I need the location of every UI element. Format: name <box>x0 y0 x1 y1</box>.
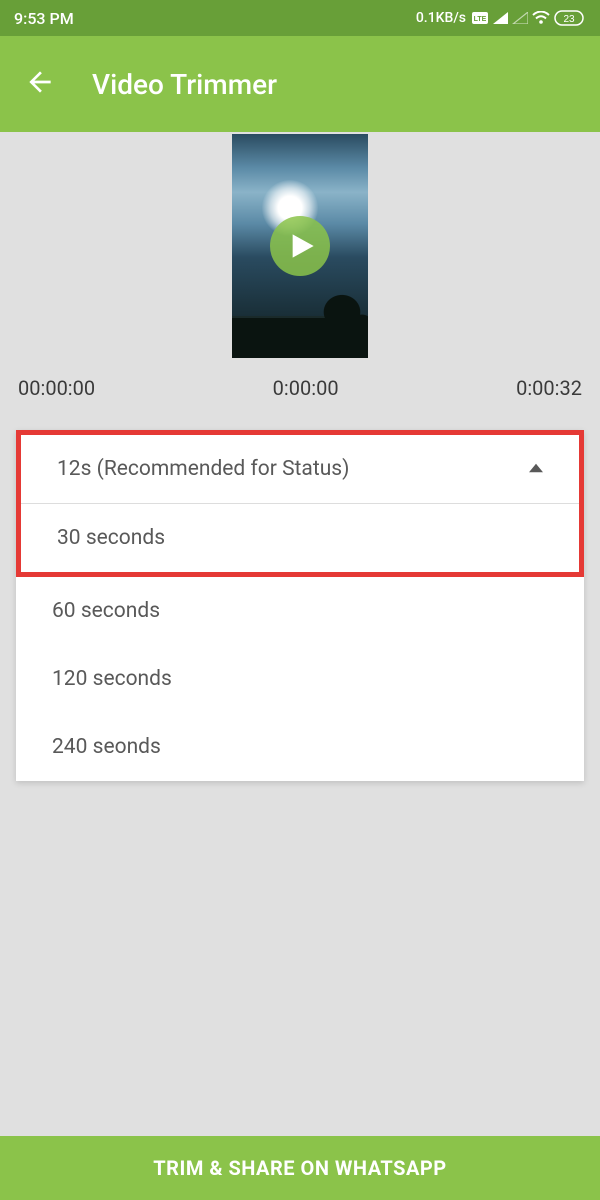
time-start: 00:00:00 <box>18 376 95 400</box>
signal-icon <box>492 12 508 24</box>
svg-text:LTE: LTE <box>474 16 487 23</box>
video-thumbnail[interactable] <box>232 134 368 358</box>
back-button[interactable] <box>24 66 56 102</box>
status-time: 9:53 PM <box>14 9 74 28</box>
time-end: 0:00:32 <box>516 376 582 400</box>
status-net-speed: 0.1KB/s <box>416 10 466 26</box>
arrow-back-icon <box>24 66 56 98</box>
duration-dropdown: 12s (Recommended for Status) 30 seconds … <box>16 430 584 781</box>
wifi-icon <box>532 11 550 25</box>
status-right: 0.1KB/s LTE 23 <box>416 10 586 26</box>
dropdown-selected-label: 12s (Recommended for Status) <box>57 457 349 481</box>
dropdown-option-30s[interactable]: 30 seconds <box>21 504 579 572</box>
trim-share-label: TRIM & SHARE ON WHATSAPP <box>153 1156 446 1180</box>
status-bar: 9:53 PM 0.1KB/s LTE 23 <box>0 0 600 36</box>
signal-2-icon <box>512 12 528 24</box>
status-icons: LTE 23 <box>472 10 586 26</box>
thumbnail-trees <box>232 278 368 358</box>
battery-icon: 23 <box>554 10 586 26</box>
caret-up-icon <box>529 457 543 481</box>
play-icon <box>288 232 316 260</box>
dropdown-option-label: 240 seonds <box>52 735 161 759</box>
highlight-annotation: 12s (Recommended for Status) 30 seconds <box>16 430 584 577</box>
dropdown-option-240s[interactable]: 240 seonds <box>16 713 584 781</box>
battery-text: 23 <box>563 14 575 25</box>
page-title: Video Trimmer <box>92 68 277 101</box>
dropdown-option-label: 120 seconds <box>52 667 172 691</box>
time-current: 0:00:00 <box>273 376 339 400</box>
screen: 9:53 PM 0.1KB/s LTE 23 <box>0 0 600 1200</box>
dropdown-option-label: 60 seconds <box>52 599 160 623</box>
trim-share-button[interactable]: TRIM & SHARE ON WHATSAPP <box>0 1136 600 1200</box>
volte-icon: LTE <box>472 12 488 24</box>
dropdown-option-60s[interactable]: 60 seconds <box>16 577 584 645</box>
dropdown-selected[interactable]: 12s (Recommended for Status) <box>21 435 579 504</box>
dropdown-option-120s[interactable]: 120 seconds <box>16 645 584 713</box>
time-row: 00:00:00 0:00:00 0:00:32 <box>0 358 600 412</box>
dropdown-option-label: 30 seconds <box>57 526 165 550</box>
play-button[interactable] <box>270 216 330 276</box>
spacer <box>0 781 600 1136</box>
app-bar: Video Trimmer <box>0 36 600 132</box>
video-preview-area: 00:00:00 0:00:00 0:00:32 <box>0 132 600 420</box>
